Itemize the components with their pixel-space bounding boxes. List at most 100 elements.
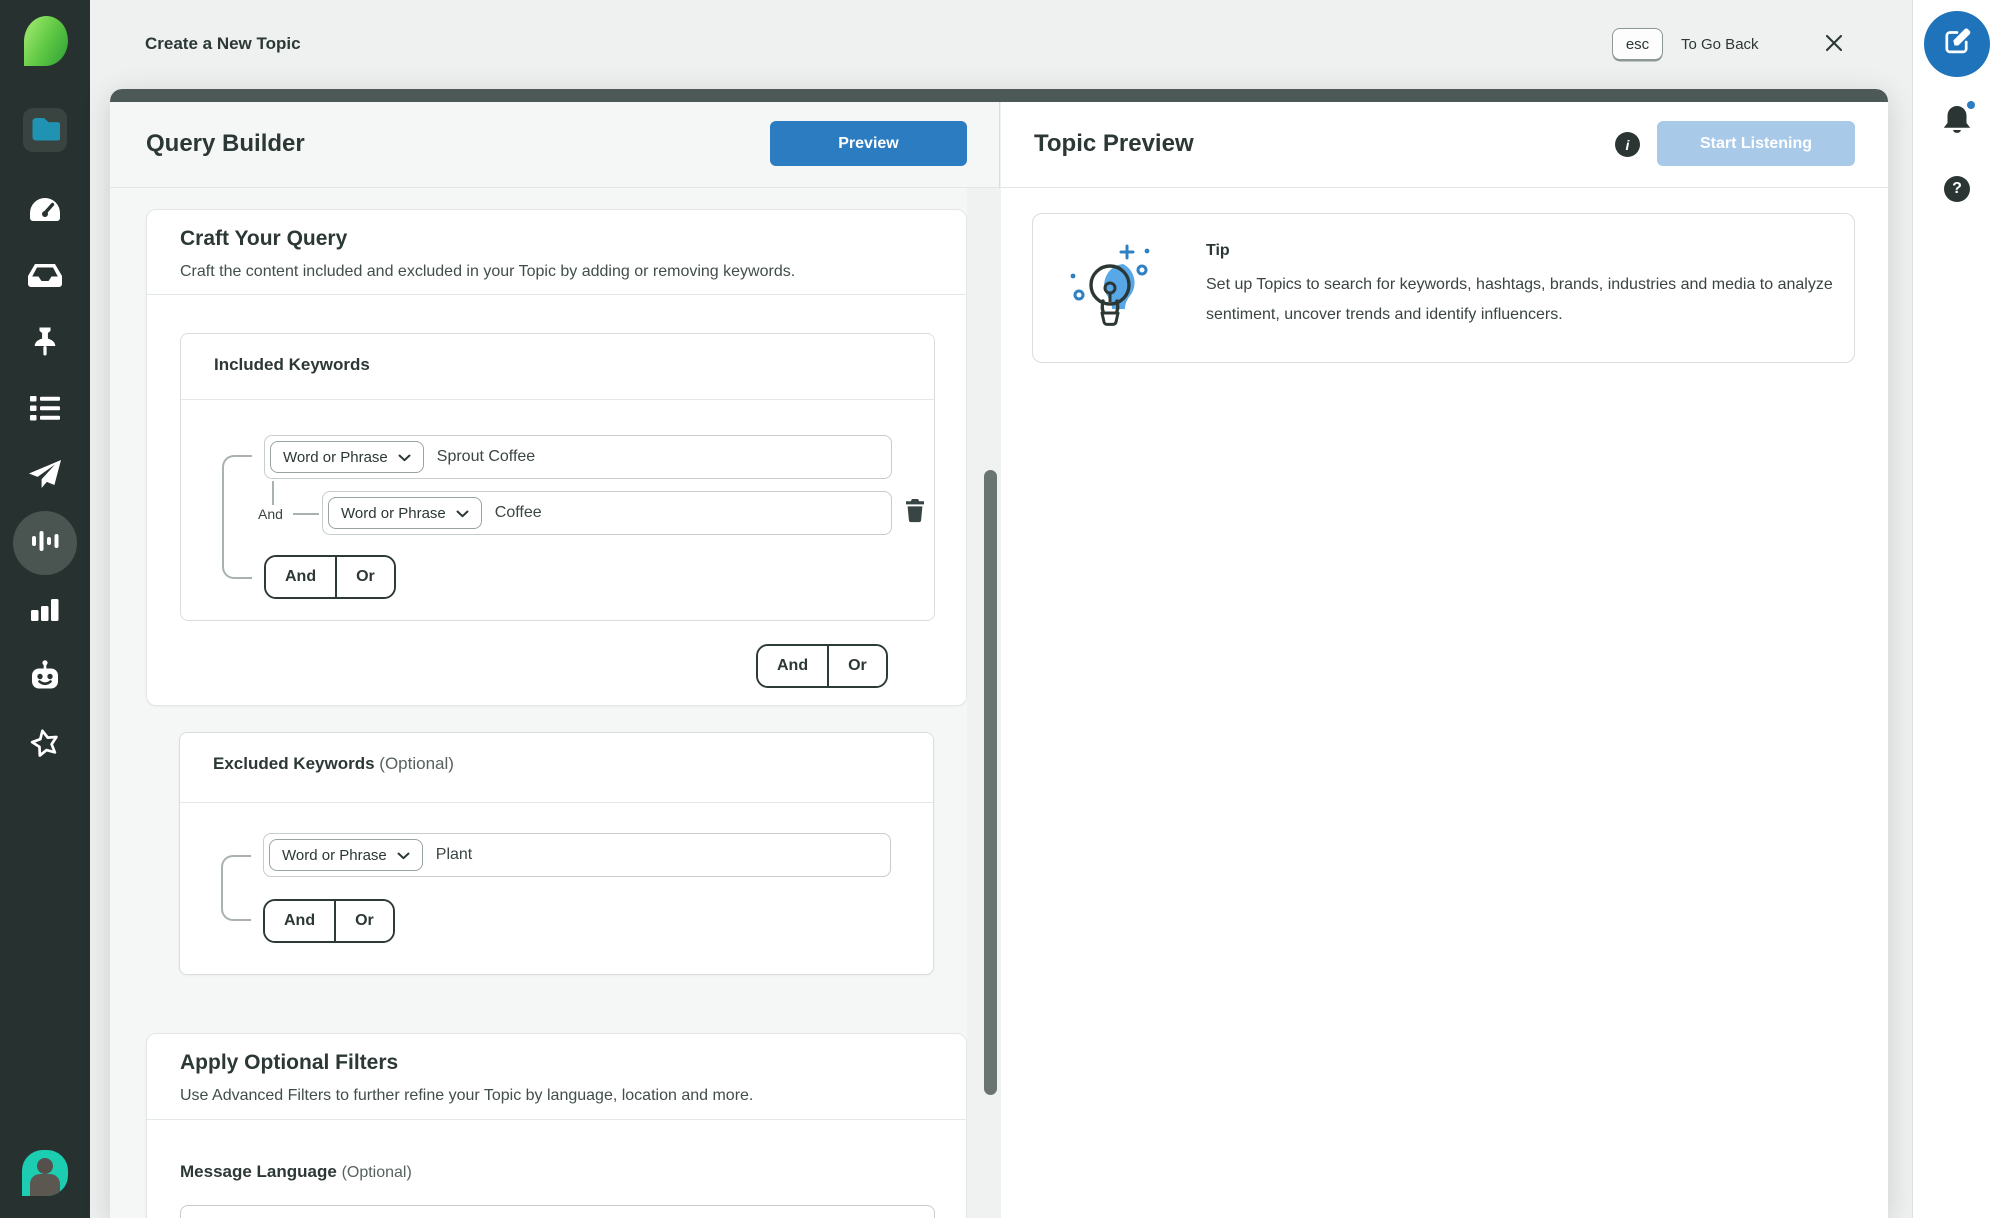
excluded-keywords-title: Excluded Keywords (Optional) [213,754,454,774]
divider [147,294,966,295]
app-sidebar [0,0,90,1218]
trash-icon [904,498,926,528]
tip-card: Tip Set up Topics to search for keywords… [1032,213,1855,363]
scrollbar-thumb[interactable] [984,470,997,1095]
list-icon [30,396,60,426]
optional-filters-card: Apply Optional Filters Use Advanced Filt… [146,1033,967,1218]
keyword-type-dropdown[interactable]: Word or Phrase [269,839,423,871]
sprout-logo-icon[interactable] [24,16,68,66]
divider [181,399,934,400]
message-language-text: Message Language [180,1162,337,1181]
keyword-type-label: Word or Phrase [341,504,446,522]
topic-preview-header: Topic Preview i Start Listening [1001,102,1888,188]
user-avatar[interactable] [22,1150,68,1196]
keyword-value: Plant [435,846,473,863]
excluded-keywords-box: Excluded Keywords (Optional) Word or Phr… [179,732,934,975]
optional-filters-description: Use Advanced Filters to further refine y… [180,1087,754,1104]
connector-line [293,513,319,515]
compose-button[interactable] [1924,11,1990,77]
info-icon[interactable]: i [1615,132,1640,157]
excluded-operator-toggle: And Or [263,899,395,943]
connector-label: And [258,506,283,522]
bar-chart-icon [31,597,59,626]
star-icon [29,727,61,764]
sidebar-item-publishing[interactable] [23,455,67,499]
topic-preview-panel: Topic Preview i Start Listening Tip Set … [1001,102,1888,1218]
delete-keyword-button[interactable] [902,499,928,527]
avatar-silhouette [37,1158,53,1174]
pin-icon [32,326,58,361]
group-bracket [221,855,251,921]
divider [180,802,933,803]
close-icon [1824,33,1844,58]
compose-icon [1941,26,1973,63]
robot-icon [29,660,61,694]
craft-query-title: Craft Your Query [180,227,348,250]
keyword-input-row2[interactable]: Word or Phrase Coffee [322,491,892,535]
optional-label: (Optional) [341,1164,412,1181]
message-language-label: Message Language (Optional) [180,1162,412,1182]
start-listening-button[interactable]: Start Listening [1657,121,1855,166]
sidebar-item-dashboard[interactable] [23,190,67,234]
sidebar-item-folders[interactable] [23,108,67,152]
sidebar-item-favorites[interactable] [23,723,67,767]
notifications-button[interactable] [1941,99,1977,141]
or-button[interactable]: Or [829,646,886,686]
page-title: Create a New Topic [145,34,301,53]
utility-rail: ? [1912,0,2000,1218]
keyword-type-label: Word or Phrase [282,846,387,864]
message-language-input[interactable] [180,1205,935,1218]
excluded-keywords-label: Excluded Keywords [213,754,375,773]
query-builder-panel: Query Builder Preview Craft Your Query C… [110,102,1000,1218]
add-group-operator-toggle: And Or [756,644,888,688]
gauge-icon [28,196,62,228]
craft-query-description: Craft the content included and excluded … [180,263,796,280]
optional-filters-title: Apply Optional Filters [180,1051,399,1074]
close-button[interactable] [1820,31,1848,59]
group-operator-toggle: And Or [264,555,396,599]
sidebar-item-listening-active[interactable] [13,511,77,575]
included-keywords-box: Included Keywords Word or Phrase Sprout … [180,333,935,621]
keyword-value: Sprout Coffee [436,448,536,465]
and-button[interactable]: And [758,646,828,686]
esc-key-badge: esc [1612,28,1663,60]
chevron-down-icon [398,449,411,466]
tip-title: Tip [1206,242,1230,259]
app-root: Create a New Topic esc To Go Back Query … [0,0,2000,1218]
sidebar-item-lists[interactable] [23,389,67,433]
group-bracket [222,455,252,579]
and-button[interactable]: And [265,901,335,941]
help-button[interactable]: ? [1944,176,1970,202]
keyword-type-dropdown[interactable]: Word or Phrase [328,497,482,529]
preview-button[interactable]: Preview [770,121,967,166]
modal-top-strip [110,89,1888,102]
sidebar-item-pinned[interactable] [23,321,67,365]
sidebar-item-bot[interactable] [23,655,67,699]
back-hint-label: To Go Back [1681,36,1759,53]
keyword-type-label: Word or Phrase [283,448,388,466]
craft-query-card: Craft Your Query Craft the content inclu… [146,209,967,776]
or-button[interactable]: Or [336,901,393,941]
keyword-value: Coffee [494,504,542,521]
lightbulb-illustration [1059,238,1179,345]
excluded-keyword-input[interactable]: Word or Phrase Plant [263,833,891,877]
topic-preview-title: Topic Preview [1034,130,1194,157]
waveform-icon [31,528,59,559]
or-button[interactable]: Or [337,557,394,597]
and-button[interactable]: And [266,557,336,597]
folder-icon [30,115,61,146]
chevron-down-icon [456,505,469,522]
keyword-type-dropdown[interactable]: Word or Phrase [270,441,424,473]
inbox-icon [28,262,62,293]
keyword-input-row1[interactable]: Word or Phrase Sprout Coffee [264,435,892,479]
query-builder-header: Query Builder Preview [110,102,999,188]
connector-line [272,481,274,505]
chevron-down-icon [397,847,410,864]
bell-icon [1941,106,1973,141]
sidebar-item-reports[interactable] [23,589,67,633]
sidebar-item-inbox[interactable] [23,255,67,299]
create-topic-modal: Query Builder Preview Craft Your Query C… [110,89,1888,1218]
paper-plane-icon [29,460,61,494]
notification-badge [1965,99,1977,111]
divider [147,1119,966,1120]
